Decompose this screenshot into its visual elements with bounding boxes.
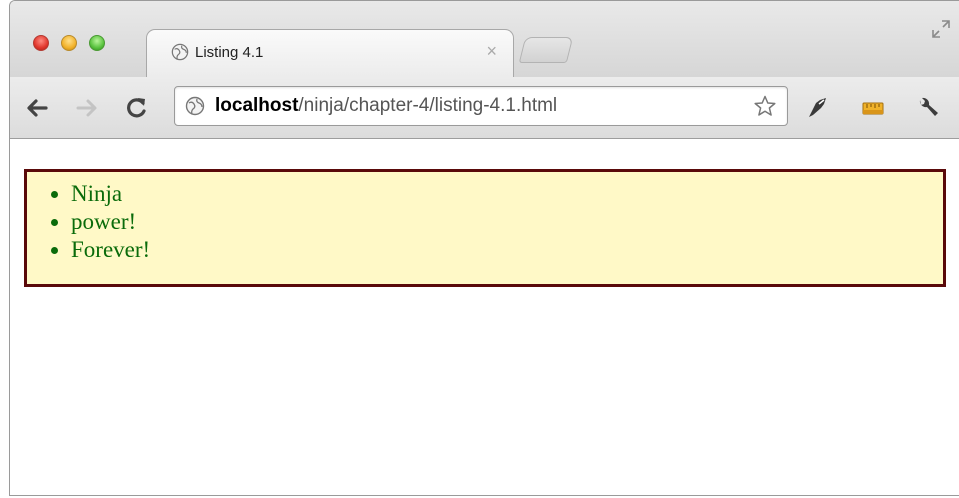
tab-listing-4-1[interactable]: Listing 4.1 × xyxy=(146,29,514,77)
ruler-icon[interactable] xyxy=(860,95,886,121)
bookmark-star-icon[interactable] xyxy=(753,94,777,118)
reload-icon[interactable] xyxy=(124,95,150,121)
title-bar: Listing 4.1 × xyxy=(10,1,959,77)
tab-title: Listing 4.1 xyxy=(195,44,264,61)
tab-close-icon[interactable]: × xyxy=(486,41,497,61)
new-tab-button[interactable] xyxy=(518,37,574,63)
list-item: power! xyxy=(71,208,943,236)
browser-window: Listing 4.1 × localhost/ninja/chapter-4/ xyxy=(9,0,959,496)
address-bar[interactable]: localhost/ninja/chapter-4/listing-4.1.ht… xyxy=(174,86,788,126)
minimize-window-button[interactable] xyxy=(61,35,77,51)
toolbar: localhost/ninja/chapter-4/listing-4.1.ht… xyxy=(10,77,959,139)
ninja-list: Ninja power! Forever! xyxy=(27,172,943,264)
page-content: Ninja power! Forever! xyxy=(10,140,959,495)
url-path: /ninja/chapter-4/listing-4.1.html xyxy=(298,95,558,116)
list-item: Forever! xyxy=(71,236,943,264)
ninja-list-box: Ninja power! Forever! xyxy=(24,169,946,287)
url-text[interactable]: localhost/ninja/chapter-4/listing-4.1.ht… xyxy=(215,95,557,117)
fullscreen-icon[interactable] xyxy=(931,19,951,39)
zoom-window-button[interactable] xyxy=(89,35,105,51)
close-window-button[interactable] xyxy=(33,35,49,51)
url-host: localhost xyxy=(215,95,299,116)
extension-icon[interactable] xyxy=(805,95,831,121)
wrench-icon[interactable] xyxy=(915,95,941,121)
list-item: Ninja xyxy=(71,180,943,208)
forward-arrow-icon[interactable] xyxy=(74,95,100,121)
globe-icon xyxy=(171,43,189,61)
globe-icon xyxy=(185,96,205,116)
back-arrow-icon[interactable] xyxy=(24,95,50,121)
